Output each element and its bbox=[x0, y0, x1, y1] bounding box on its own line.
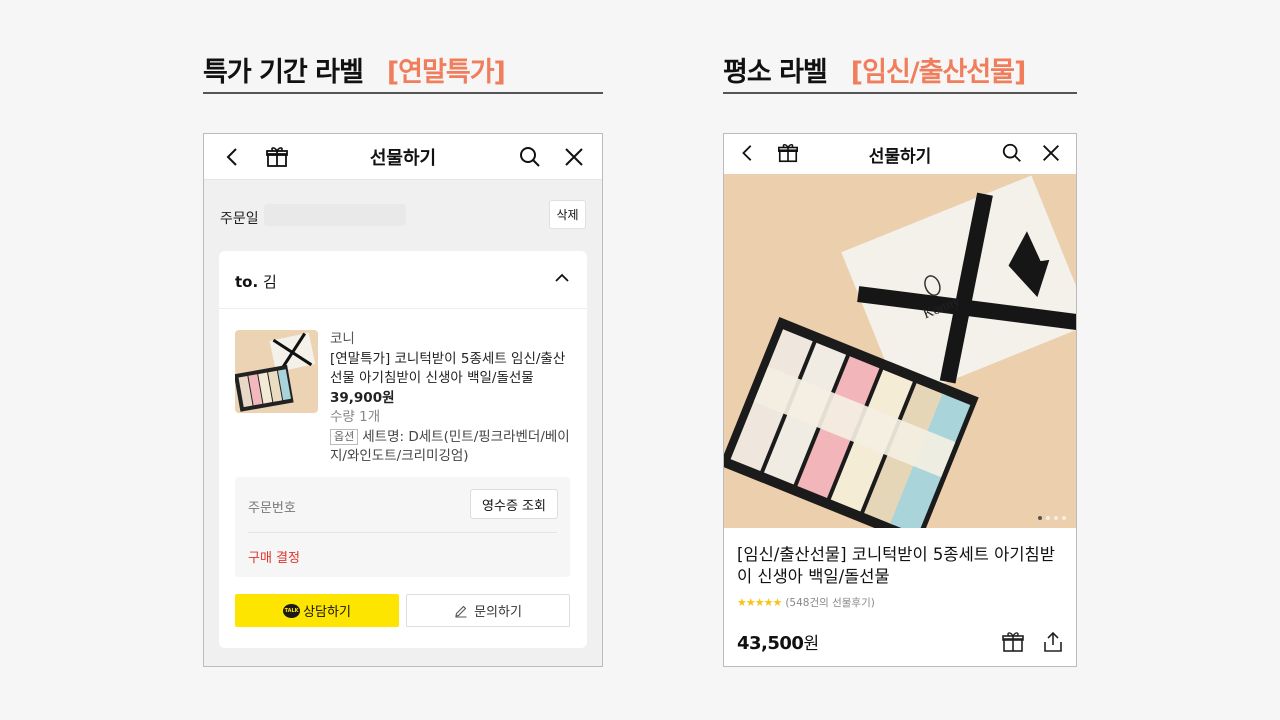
order-number-label: 주문번호 bbox=[248, 501, 296, 516]
consult-button-label: 상담하기 bbox=[303, 605, 351, 620]
consult-button[interactable]: TALK 상담하기 bbox=[235, 594, 399, 627]
product-quantity: 수량 1개 bbox=[330, 409, 381, 425]
left-caption-tag: [연말특가] bbox=[386, 57, 506, 88]
right-phone-screen: 선물하기 Konny [임신/출산선물] 코니턱받이 5종세트 아기침받이 신생… bbox=[723, 133, 1077, 667]
pagination-dot[interactable] bbox=[1046, 516, 1050, 520]
left-phone-screen: 선물하기 주문일 삭제 to. 김 코니 [연말특가] 코니턱받이 5종세트 임… bbox=[203, 133, 603, 667]
product-price: 39,900원 bbox=[330, 389, 395, 406]
chevron-up-icon[interactable] bbox=[553, 269, 571, 291]
inquiry-button[interactable]: 문의하기 bbox=[406, 594, 570, 627]
order-date-label: 주문일 bbox=[220, 211, 259, 227]
back-icon[interactable] bbox=[738, 143, 758, 163]
product-thumbnail[interactable] bbox=[235, 330, 318, 413]
right-caption-tag: [임신/출산선물] bbox=[850, 57, 1027, 88]
price-unit: 원 bbox=[803, 634, 819, 654]
review-count: (548건의 선물후기) bbox=[785, 597, 875, 609]
product-option: 옵션 세트명: D세트(민트/핑크라벤더/베이지/와인도트/크리미깅엄) bbox=[330, 428, 575, 467]
option-badge: 옵션 bbox=[330, 428, 359, 445]
search-icon[interactable] bbox=[518, 145, 542, 169]
order-date-redacted bbox=[264, 204, 406, 226]
image-pagination bbox=[1038, 516, 1066, 520]
recipient: to. 김 bbox=[235, 271, 277, 292]
right-header: 선물하기 bbox=[724, 134, 1076, 174]
product-price: 43,500원 bbox=[737, 629, 819, 654]
right-caption-title: 평소 라벨 bbox=[723, 57, 828, 88]
page-title: 선물하기 bbox=[369, 147, 437, 169]
gift-icon[interactable] bbox=[777, 142, 799, 164]
option-text: 세트명: D세트(민트/핑크라벤더/베이지/와인도트/크리미깅엄) bbox=[330, 428, 570, 465]
gift-icon[interactable] bbox=[265, 145, 289, 169]
purchase-status: 구매 결정 bbox=[248, 551, 300, 566]
pencil-icon bbox=[455, 605, 467, 618]
divider bbox=[248, 532, 557, 533]
star-rating-icon: ★★★★★ bbox=[737, 596, 782, 609]
order-date-row: 주문일 삭제 bbox=[204, 196, 602, 236]
product-name[interactable]: [연말특가] 코니턱받이 5종세트 임신/출산선물 아기침받이 신생아 백일/돌… bbox=[330, 350, 575, 389]
right-caption: 평소 라벨 [임신/출산선물] bbox=[723, 50, 1077, 94]
product-brand: 코니 bbox=[330, 331, 355, 347]
left-caption-title: 특가 기간 라벨 bbox=[203, 57, 364, 88]
receipt-button[interactable]: 영수증 조회 bbox=[470, 489, 558, 519]
share-icon[interactable] bbox=[1042, 630, 1064, 658]
close-icon[interactable] bbox=[1040, 142, 1062, 164]
product-rating[interactable]: ★★★★★ (548건의 선물후기) bbox=[737, 595, 875, 610]
back-icon[interactable] bbox=[222, 146, 244, 168]
product-info: 코니 [연말특가] 코니턱받이 5종세트 임신/출산선물 아기침받이 신생아 백… bbox=[330, 330, 575, 467]
delete-button[interactable]: 삭제 bbox=[549, 200, 586, 229]
pagination-dot-active[interactable] bbox=[1038, 516, 1042, 520]
left-caption: 특가 기간 라벨 [연말특가] bbox=[203, 50, 603, 94]
search-icon[interactable] bbox=[1001, 142, 1023, 164]
recipient-header[interactable]: to. 김 bbox=[219, 251, 587, 309]
price-value: 43,500 bbox=[737, 633, 804, 654]
recipient-prefix: to. bbox=[235, 273, 259, 291]
inquiry-button-label: 문의하기 bbox=[474, 605, 522, 620]
order-card: to. 김 코니 [연말특가] 코니턱받이 5종세트 임신/출산선물 아기침받이… bbox=[219, 251, 587, 648]
gift-icon[interactable] bbox=[1001, 630, 1025, 658]
left-header: 선물하기 bbox=[204, 134, 602, 180]
close-icon[interactable] bbox=[562, 145, 586, 169]
product-title: [임신/출산선물] 코니턱받이 5종세트 아기침받이 신생아 백일/돌선물 bbox=[737, 545, 1055, 586]
recipient-name: 김 bbox=[262, 273, 277, 291]
kakao-talk-icon: TALK bbox=[283, 603, 301, 618]
order-info-box: 주문번호 영수증 조회 구매 결정 bbox=[235, 477, 570, 577]
pagination-dot[interactable] bbox=[1054, 516, 1058, 520]
product-image[interactable]: Konny bbox=[724, 174, 1076, 528]
pagination-dot[interactable] bbox=[1062, 516, 1066, 520]
